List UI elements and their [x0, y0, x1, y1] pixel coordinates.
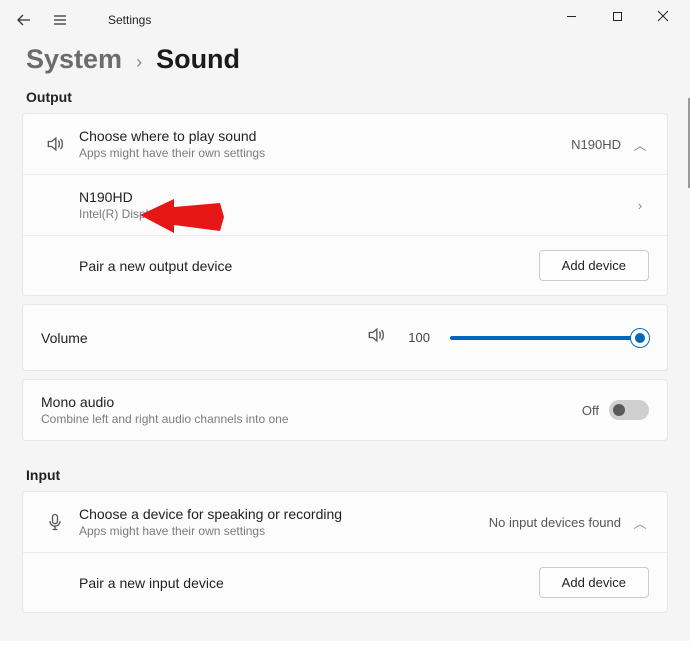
- choose-input-row[interactable]: Choose a device for speaking or recordin…: [23, 492, 667, 553]
- mono-audio-row[interactable]: Mono audio Combine left and right audio …: [23, 380, 667, 440]
- speaker-icon[interactable]: [366, 325, 386, 350]
- output-heading: Output: [0, 89, 690, 113]
- speaker-icon: [41, 134, 69, 154]
- chevron-right-icon: ›: [136, 52, 142, 73]
- pair-input-row: Pair a new input device Add device: [23, 553, 667, 612]
- choose-output-sub: Apps might have their own settings: [79, 146, 571, 160]
- title-bar: Settings: [0, 0, 690, 40]
- maximize-button[interactable]: [594, 0, 640, 32]
- microphone-icon: [41, 512, 69, 532]
- breadcrumb: System › Sound: [0, 40, 690, 89]
- output-device-name: N190HD: [79, 189, 631, 205]
- mono-audio-sub: Combine left and right audio channels in…: [41, 412, 582, 426]
- volume-panel: Volume 100: [22, 304, 668, 371]
- breadcrumb-parent[interactable]: System: [26, 44, 122, 75]
- volume-slider[interactable]: [450, 336, 645, 340]
- menu-icon[interactable]: [50, 10, 70, 30]
- volume-value: 100: [400, 330, 430, 345]
- pair-input-label: Pair a new input device: [79, 575, 539, 591]
- choose-input-sub: Apps might have their own settings: [79, 524, 489, 538]
- input-devices-panel: Choose a device for speaking or recordin…: [22, 491, 668, 613]
- chevron-right-icon: ›: [631, 198, 649, 213]
- add-output-device-button[interactable]: Add device: [539, 250, 649, 281]
- output-devices-panel: Choose where to play sound Apps might ha…: [22, 113, 668, 296]
- mono-audio-toggle[interactable]: [609, 400, 649, 420]
- add-input-device-button[interactable]: Add device: [539, 567, 649, 598]
- page-title: Sound: [156, 44, 240, 75]
- choose-output-row[interactable]: Choose where to play sound Apps might ha…: [23, 114, 667, 175]
- current-input-value: No input devices found: [489, 515, 621, 530]
- current-output-value: N190HD: [571, 137, 621, 152]
- mono-audio-title: Mono audio: [41, 394, 582, 410]
- mono-audio-state: Off: [582, 403, 599, 418]
- app-title: Settings: [108, 13, 151, 27]
- chevron-up-icon: ︿: [631, 513, 649, 532]
- output-device-row[interactable]: N190HD Intel(R) Display Audio ›: [23, 175, 667, 236]
- slider-thumb[interactable]: [631, 329, 649, 347]
- choose-output-title: Choose where to play sound: [79, 128, 571, 144]
- output-device-sub: Intel(R) Display Audio: [79, 207, 631, 221]
- pair-output-row: Pair a new output device Add device: [23, 236, 667, 295]
- chevron-up-icon: ︿: [631, 135, 649, 154]
- minimize-button[interactable]: [548, 0, 594, 32]
- mono-audio-panel: Mono audio Combine left and right audio …: [22, 379, 668, 441]
- pair-output-label: Pair a new output device: [79, 258, 539, 274]
- input-heading: Input: [0, 449, 690, 491]
- close-button[interactable]: [640, 0, 686, 32]
- choose-input-title: Choose a device for speaking or recordin…: [79, 506, 489, 522]
- back-button[interactable]: [14, 10, 34, 30]
- volume-label: Volume: [41, 330, 88, 346]
